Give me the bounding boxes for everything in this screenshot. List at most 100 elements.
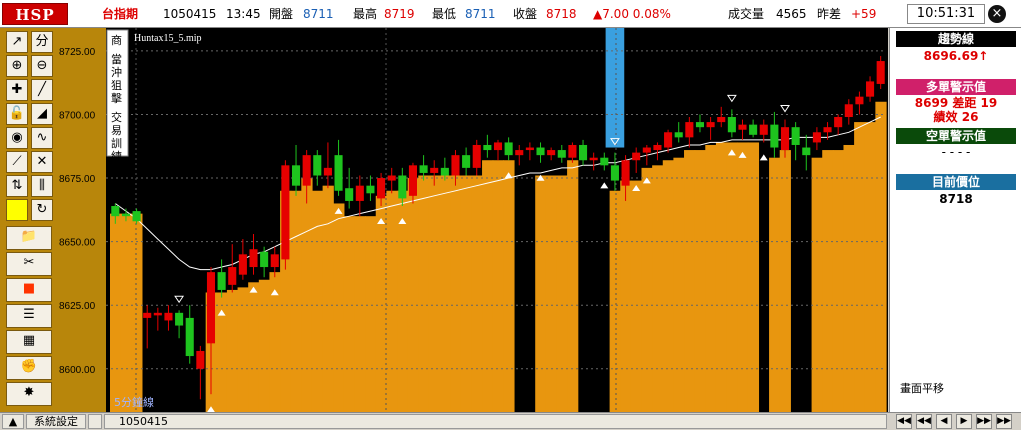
candle-body <box>749 124 758 135</box>
vertical-label-char: 商 <box>111 33 122 47</box>
low-value: 8711 <box>465 7 496 21</box>
nav-button-4[interactable]: ▶▶ <box>976 414 992 429</box>
change-value: ▲7.00 0.08% <box>593 7 671 21</box>
zoom-in-icon[interactable]: ⊕ <box>6 55 28 77</box>
candle-body <box>132 211 141 222</box>
position-value: 8718 <box>939 192 973 206</box>
bar-tool-icon[interactable]: ⫼ <box>31 175 53 197</box>
candle-body <box>642 147 651 153</box>
trading-app: HSP 台指期 1050415 13:45 開盤 8711 最高 8719 最低… <box>0 0 1021 430</box>
folder-icon[interactable]: 📁 <box>6 226 52 250</box>
gloves-icon[interactable]: ✊ <box>6 356 52 380</box>
candle-body <box>249 249 258 268</box>
candle-body <box>780 127 790 151</box>
candle-body <box>302 155 311 186</box>
vertical-label-char: 狙 <box>111 79 122 92</box>
candle-body <box>196 350 205 369</box>
wave-icon[interactable]: ∿ <box>31 127 53 149</box>
price-tick-label: 8725.00 <box>59 47 96 58</box>
crosshair-icon[interactable]: ✚ <box>6 79 28 101</box>
fill-bar <box>726 142 738 412</box>
close-button[interactable]: × <box>988 5 1006 23</box>
scissors-icon[interactable]: ✂ <box>6 252 52 276</box>
fill-bar <box>843 144 855 412</box>
fill-bar <box>418 175 430 412</box>
draw-line-icon[interactable]: ↗ <box>6 31 28 53</box>
candle-body <box>600 157 609 166</box>
price-tick-label: 8675.00 <box>59 174 96 185</box>
candle-body <box>462 155 471 168</box>
highlight-band <box>605 28 625 148</box>
candle-body <box>143 312 152 318</box>
fill-bar <box>311 190 324 412</box>
nav-button-3[interactable]: ▶ <box>956 414 972 429</box>
status-blank <box>88 414 102 429</box>
chart-tool-icon[interactable]: ⟋ <box>6 151 28 173</box>
candle-body <box>674 132 683 138</box>
fill-bar <box>556 175 568 412</box>
notepad-icon[interactable]: ☰ <box>6 304 52 328</box>
long-label: 多單警示值 <box>896 79 1016 95</box>
nav-button-5[interactable]: ▶▶ <box>996 414 1012 429</box>
open-value: 8711 <box>303 7 334 21</box>
collapse-arrow[interactable]: ▲ <box>2 414 24 429</box>
candle-body <box>387 175 396 181</box>
trend-pen-icon[interactable]: ╱ <box>31 79 53 101</box>
zoom-out-icon[interactable]: ⊖ <box>31 55 53 77</box>
candle-body <box>823 127 832 133</box>
globe-icon[interactable]: ◉ <box>6 127 28 149</box>
left-toolbar: ↗ 分 ⊕ ⊖ ✚ ╱ 🔓 ◢ ◉ ∿ ⟋ ✕ ⇅ ⫼ ↻ 📁 ✂ ■ ☰ ▦ ✊ ✸ <box>0 28 56 412</box>
candle-body <box>621 160 630 186</box>
close-value: 8718 <box>546 7 577 21</box>
fill-bar <box>779 150 791 412</box>
timeframe-label: 5分鐘線 <box>114 395 154 409</box>
nav-button-0[interactable]: ◀◀ <box>896 414 912 429</box>
candle-body <box>164 312 173 321</box>
lock-icon[interactable]: 🔓 <box>6 103 28 125</box>
stop-square-icon[interactable]: ■ <box>6 278 52 302</box>
candle-body <box>260 251 269 268</box>
fill-bar <box>258 279 271 412</box>
fill-bar <box>386 190 398 412</box>
candle-body <box>206 272 216 344</box>
hsp-logo: HSP <box>2 3 68 25</box>
arrows-updown-icon[interactable]: ⇅ <box>6 175 28 197</box>
trend-label: 趨勢線 <box>896 31 1016 47</box>
quote-date: 1050415 <box>163 7 217 21</box>
clock: 10:51:31 <box>907 4 985 24</box>
fill-bar <box>503 160 515 412</box>
candle-body <box>855 96 864 105</box>
cross-tool-icon[interactable]: ✕ <box>31 151 53 173</box>
candle-body <box>313 155 322 176</box>
fill-bar <box>875 101 887 412</box>
fill-bar <box>482 160 494 412</box>
candle-body <box>175 312 184 326</box>
cursor-split-icon[interactable]: 分 <box>31 31 53 53</box>
fill-bar <box>567 160 579 412</box>
quote-time: 13:45 <box>226 7 261 21</box>
vertical-label-char: 練 <box>111 149 122 163</box>
chart-panel[interactable]: 8725.00 8700.00 8675.00 8650.00 8625.00 8600.… <box>56 28 888 412</box>
ruler-icon[interactable]: ◢ <box>31 103 53 125</box>
open-label: 開盤 <box>269 7 294 21</box>
nav-button-2[interactable]: ◀ <box>936 414 952 429</box>
burst-icon[interactable]: ✸ <box>6 382 52 406</box>
short-value: - - - - <box>941 145 971 159</box>
volume-value: 4565 <box>776 7 807 21</box>
fill-bar <box>471 175 483 412</box>
fill-bar <box>737 142 749 412</box>
grid-icon[interactable]: ▦ <box>6 330 52 354</box>
long-performance: 績效 26 <box>933 110 979 124</box>
candle-body <box>834 117 843 128</box>
refresh-icon[interactable]: ↻ <box>31 199 53 221</box>
candle-body <box>589 157 598 161</box>
candle-body <box>228 267 237 285</box>
fill-bar <box>365 216 377 412</box>
status-date: 1050415 <box>104 414 887 429</box>
settings-button[interactable]: 系統設定 <box>26 414 86 429</box>
fill-bar <box>248 282 260 412</box>
yellow-square-icon[interactable] <box>6 199 28 221</box>
candle-body <box>323 167 332 176</box>
nav-button-1[interactable]: ◀◀ <box>916 414 932 429</box>
candle-body <box>111 206 120 217</box>
